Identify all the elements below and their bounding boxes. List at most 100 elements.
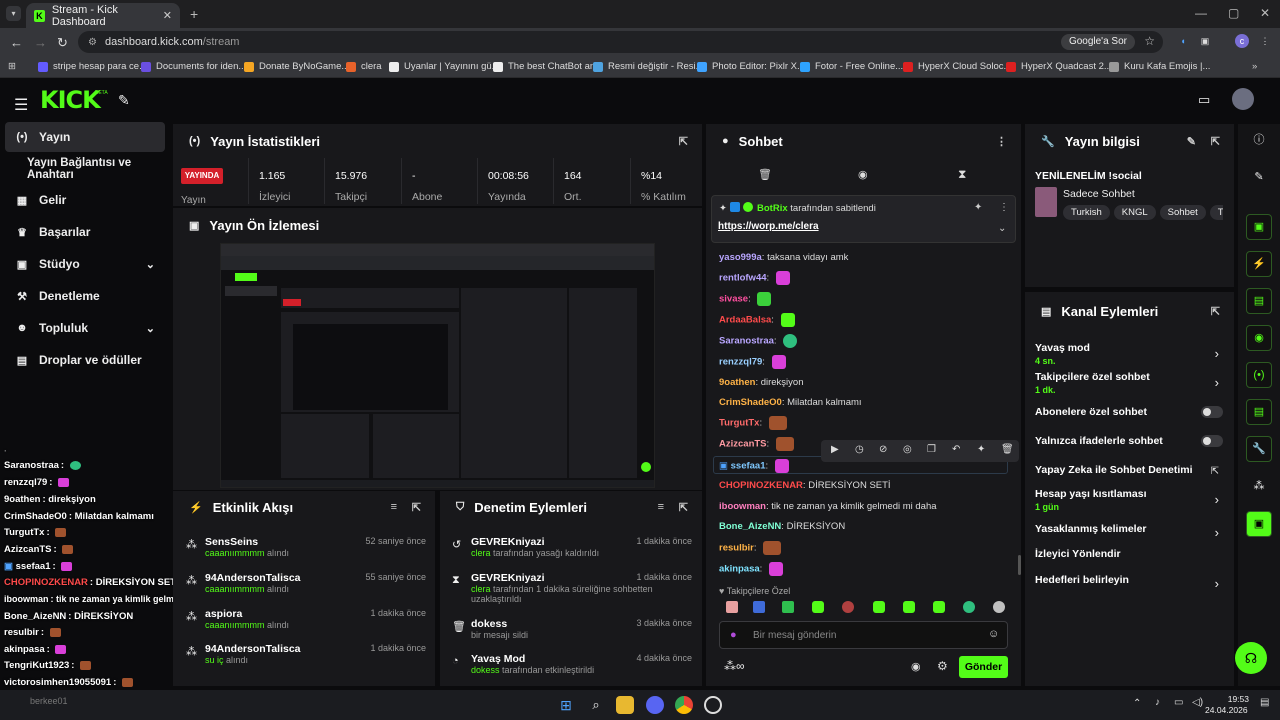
chrome-icon[interactable]: [675, 696, 693, 714]
browser-menu-icon[interactable]: ⋮: [1258, 34, 1272, 48]
sidebar-item-basarilar[interactable]: ♛ Başarılar: [5, 217, 165, 247]
emote-icon[interactable]: [812, 601, 824, 613]
chat-menu-icon[interactable]: ⋮: [996, 135, 1007, 148]
broadcast-icon[interactable]: (•): [1246, 362, 1272, 388]
tag-chip[interactable]: Türk: [1209, 205, 1223, 220]
new-tab-button[interactable]: +: [190, 6, 198, 22]
bookmark-item[interactable]: clera: [346, 61, 382, 72]
minimize-icon[interactable]: —: [1195, 6, 1207, 20]
chat-bubble-icon[interactable]: ◉: [911, 660, 921, 673]
tag-chip[interactable]: KNGL: [1113, 205, 1156, 220]
tag-chip[interactable]: Turkish: [1063, 205, 1110, 220]
chat-user[interactable]: iboowman: [719, 501, 766, 512]
copy-icon[interactable]: ❐: [927, 444, 936, 455]
timeout-icon[interactable]: ◷: [855, 444, 864, 455]
wallet-icon[interactable]: ▭: [1198, 92, 1210, 108]
filter-icon[interactable]: ≡: [391, 501, 397, 513]
chat-user[interactable]: ArdaaBalsa: [719, 315, 771, 326]
bookmark-item[interactable]: Resmi değiştir - Resi...: [593, 61, 704, 72]
bookmark-item[interactable]: HyperX Quadcast 2...: [1006, 61, 1112, 72]
edit-icon[interactable]: ✎: [1187, 135, 1196, 148]
pin-message-icon[interactable]: ✦: [977, 444, 985, 455]
tag-chip[interactable]: Sohbet: [1159, 205, 1206, 220]
sidebar-item-yayin[interactable]: (•) Yayın: [5, 122, 165, 152]
document-icon[interactable]: ▤: [1246, 288, 1272, 314]
popout-icon[interactable]: ⇱: [1211, 305, 1220, 318]
chat-user[interactable]: CrimShadeO0: [719, 397, 782, 408]
filter-icon[interactable]: ≡: [658, 501, 664, 513]
chevron-down-icon[interactable]: ⌄: [998, 223, 1006, 234]
unpin-icon[interactable]: ✦: [974, 202, 982, 213]
mic-icon[interactable]: ●: [730, 629, 737, 641]
emote-icon[interactable]: [873, 601, 885, 613]
url-input[interactable]: ⚙ dashboard.kick.com/stream Google'a Sor…: [78, 31, 1163, 53]
popout-icon[interactable]: ⇱: [679, 501, 688, 514]
extension-icon[interactable]: ◖: [1176, 34, 1190, 48]
emote-icon[interactable]: [726, 601, 738, 613]
popout-icon[interactable]: ⇱: [1211, 135, 1220, 148]
bookmark-item[interactable]: Fotor - Free Online...: [800, 61, 903, 72]
discord-icon[interactable]: [646, 696, 664, 714]
reload-icon[interactable]: ↻: [57, 35, 68, 51]
bookmark-item[interactable]: HyperX Cloud Soloc...: [903, 61, 1011, 72]
bookmark-item[interactable]: Photo Editor: Pixlr X...: [697, 61, 805, 72]
pinned-message[interactable]: ✦ BotRix tarafından sabitlendi ✦ ⋮ https…: [711, 195, 1016, 243]
file-explorer-icon[interactable]: [616, 696, 634, 714]
kick-points-icon[interactable]: ⁂: [1246, 474, 1272, 500]
subscribers-only-toggle[interactable]: [1201, 406, 1223, 418]
slow-mode-action[interactable]: Yavaş mod 4 sn. ›: [1035, 342, 1225, 366]
kick-points-icon[interactable]: ⁂∞: [724, 659, 745, 673]
account-age-action[interactable]: Hesap yaşı kısıtlaması 1 gün ›: [1035, 488, 1225, 512]
notifications-icon[interactable]: ▤: [1260, 697, 1269, 708]
profile-avatar[interactable]: c: [1235, 34, 1249, 48]
followers-only-action[interactable]: Takipçilere özel sohbet 1 dk. ›: [1035, 371, 1225, 395]
tab-search-icon[interactable]: ▾: [6, 6, 21, 21]
windows-start-icon[interactable]: ⊞: [557, 696, 575, 714]
network-icon[interactable]: ▭: [1174, 697, 1183, 708]
layers-icon[interactable]: ▤: [1246, 399, 1272, 425]
banned-words-action[interactable]: Yasaklanmış kelimeler ›: [1035, 523, 1225, 540]
sidebar-item-droplar[interactable]: ▤ Droplar ve ödüller: [5, 345, 165, 375]
pin-icon[interactable]: ✎: [118, 92, 130, 109]
bookmark-item[interactable]: Donate ByNoGame...: [244, 61, 349, 72]
chat-user[interactable]: sivase: [719, 294, 748, 305]
chat-user[interactable]: yaso999a: [719, 252, 762, 263]
hide-icon[interactable]: ◎: [903, 444, 912, 455]
extensions-puzzle-icon[interactable]: ▣: [1198, 34, 1212, 48]
popout-icon[interactable]: ⇱: [412, 501, 421, 514]
site-info-icon[interactable]: ⚙: [88, 37, 97, 48]
window-close-icon[interactable]: ✕: [1260, 6, 1270, 20]
chat-user[interactable]: akinpasa: [719, 564, 760, 575]
clock-time[interactable]: 19:53: [1213, 694, 1249, 704]
emoji-icon[interactable]: ☺: [988, 628, 999, 640]
chat-user[interactable]: Saranostraa: [719, 336, 774, 347]
emote-icon[interactable]: [993, 601, 1005, 613]
qr-icon[interactable]: ▣: [1246, 214, 1272, 240]
bookmark-item[interactable]: Documents for iden...: [141, 61, 246, 72]
chat-user[interactable]: resulbir: [719, 543, 754, 554]
delete-icon[interactable]: 🗑: [1001, 444, 1014, 455]
chat-user[interactable]: CHOPINOZKENAR: [719, 480, 803, 491]
volume-icon[interactable]: ◁): [1192, 697, 1203, 708]
chat-user[interactable]: Bone_AizeNN: [719, 521, 781, 532]
bookmark-star-icon[interactable]: ☆: [1144, 34, 1155, 48]
browser-tab[interactable]: K Stream - Kick Dashboard ✕: [26, 3, 180, 28]
chat-bubble-icon[interactable]: ◉: [858, 168, 868, 181]
send-button[interactable]: Gönder: [959, 656, 1008, 678]
ai-moderation-action[interactable]: Yapay Zeka ile Sohbet Denetimi ⇱: [1035, 464, 1225, 477]
emote-icon[interactable]: [933, 601, 945, 613]
chat-user[interactable]: AzizcanTS: [719, 439, 767, 450]
emote-icon[interactable]: [842, 601, 854, 613]
sidebar-item-denetleme[interactable]: ⚒ Denetleme: [5, 281, 165, 311]
search-icon[interactable]: ⌕: [587, 696, 605, 714]
kick-logo[interactable]: KICK: [40, 86, 101, 114]
support-headset-button[interactable]: ☊: [1235, 642, 1267, 674]
hamburger-menu-icon[interactable]: ☰: [14, 95, 28, 115]
settings-gear-icon[interactable]: ⚙: [937, 659, 948, 673]
sidebar-item-topluluk[interactable]: ☻ Topluluk ⌄: [5, 313, 165, 343]
mic-icon[interactable]: ♪: [1155, 697, 1160, 708]
sidebar-item-gelir[interactable]: ▦ Gelir: [5, 185, 165, 215]
google-ask-chip[interactable]: Google'a Sor: [1060, 34, 1135, 50]
info-icon[interactable]: ⓘ: [1246, 128, 1272, 154]
apps-grid-icon[interactable]: ⊞: [8, 61, 16, 72]
